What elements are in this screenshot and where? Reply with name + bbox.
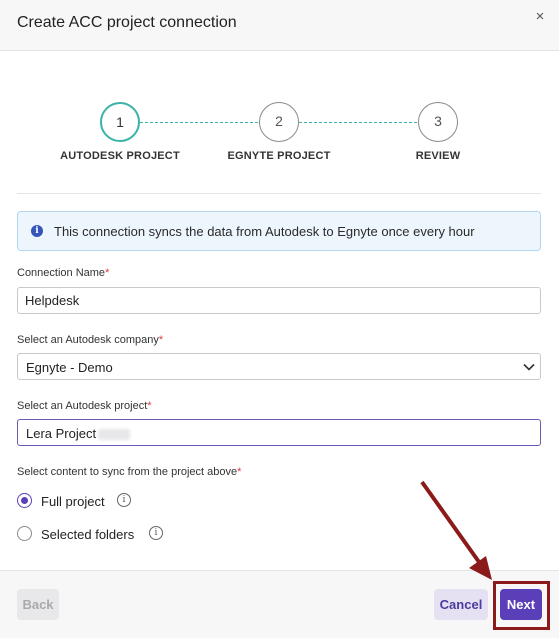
full-project-label[interactable]: Full project [41, 494, 105, 509]
company-label: Select an Autodesk company* [17, 334, 164, 346]
step-2-circle: 2 [259, 102, 299, 142]
dialog-title: Create ACC project connection [17, 14, 237, 31]
project-input-value: Lera Project [26, 426, 97, 441]
next-button-highlight [493, 581, 550, 630]
divider [17, 193, 541, 194]
step-3-label: REVIEW [415, 150, 461, 162]
project-input[interactable]: Lera Project [17, 419, 541, 446]
selected-folders-radio[interactable] [17, 526, 32, 541]
step-2-label: EGNYTE PROJECT [227, 150, 331, 162]
close-icon[interactable]: × [531, 8, 549, 26]
step-3-circle: 3 [418, 102, 458, 142]
company-select[interactable]: Egnyte - Demo [17, 353, 541, 380]
redacted-text [98, 429, 131, 441]
create-connection-dialog: Create ACC project connection × 1 2 3 AU… [0, 0, 559, 638]
chevron-down-icon [523, 363, 535, 371]
selected-folders-info-icon[interactable]: i [149, 526, 163, 540]
selected-folders-label[interactable]: Selected folders [41, 527, 134, 542]
connection-name-label: Connection Name* [17, 267, 110, 279]
annotation-arrow-icon [420, 480, 492, 580]
cancel-button[interactable]: Cancel [434, 589, 488, 620]
company-select-value: Egnyte - Demo [26, 360, 113, 375]
step-connector-1 [140, 122, 258, 123]
sync-content-label: Select content to sync from the project … [17, 466, 242, 478]
step-1-label: AUTODESK PROJECT [60, 150, 180, 162]
back-button[interactable]: Back [17, 589, 59, 620]
step-connector-2 [299, 122, 417, 123]
full-project-info-icon[interactable]: i [117, 493, 131, 507]
connection-name-input[interactable] [17, 287, 541, 314]
dialog-header: Create ACC project connection × [0, 0, 559, 51]
info-icon: i [31, 225, 43, 237]
project-label: Select an Autodesk project* [17, 400, 152, 412]
info-banner-text: This connection syncs the data from Auto… [54, 224, 475, 239]
full-project-radio[interactable] [17, 493, 32, 508]
info-banner: i This connection syncs the data from Au… [17, 211, 541, 251]
step-1-circle: 1 [100, 102, 140, 142]
